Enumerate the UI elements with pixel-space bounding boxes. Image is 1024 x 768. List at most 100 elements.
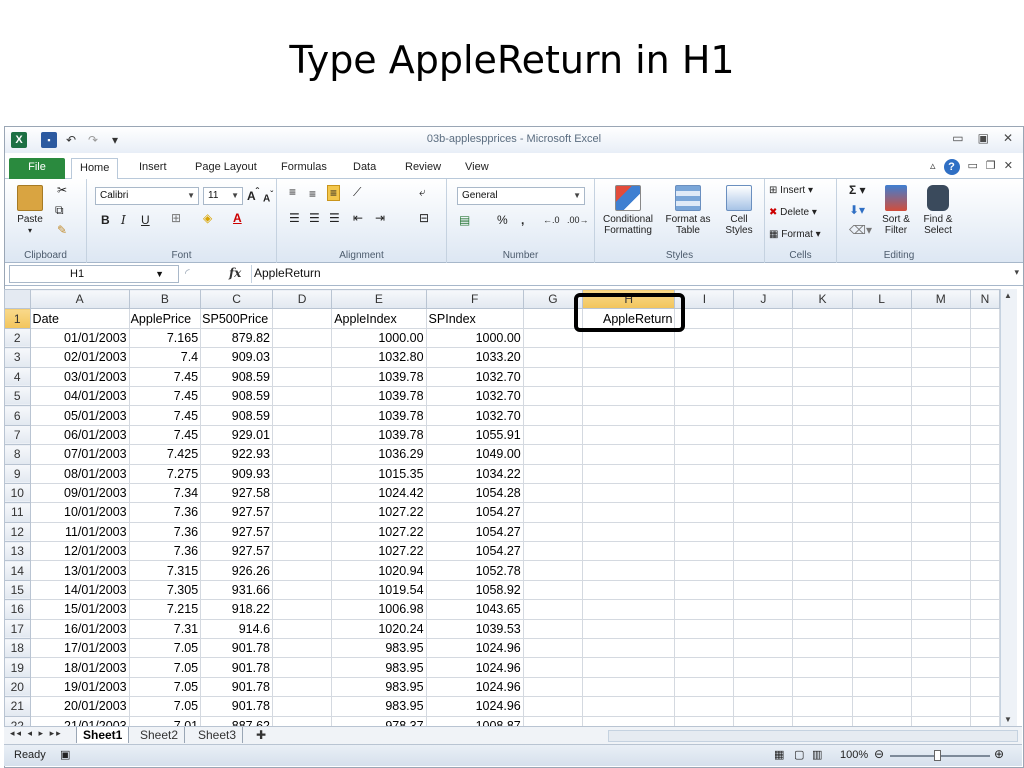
cell-i22[interactable] (674, 715, 735, 726)
cell-c13[interactable]: 927.57 (200, 541, 274, 562)
row-header[interactable]: 5 (4, 385, 31, 407)
cell-i13[interactable] (674, 541, 735, 562)
align-right-icon[interactable]: ☰ (329, 211, 340, 225)
normal-view-icon[interactable]: ▦ (774, 748, 784, 761)
page-layout-view-icon[interactable]: ▢ (794, 748, 804, 761)
cell-c5[interactable]: 908.59 (200, 385, 274, 407)
doc-minimize-icon[interactable]: ▭ (968, 159, 978, 175)
cell-d21[interactable] (272, 696, 333, 717)
tab-view[interactable]: View (457, 158, 497, 179)
cell-l16[interactable] (851, 599, 912, 620)
cell-l17[interactable] (851, 618, 912, 640)
cell-h22[interactable] (581, 715, 676, 726)
cell-d2[interactable] (272, 327, 333, 349)
cell-i7[interactable] (674, 424, 735, 446)
cell-g13[interactable] (522, 541, 583, 562)
cell-c3[interactable]: 909.03 (200, 347, 274, 368)
cell-f14[interactable]: 1052.78 (425, 560, 524, 581)
cell-g3[interactable] (522, 347, 583, 368)
cell-e18[interactable]: 983.95 (331, 638, 427, 659)
cell-a2[interactable]: 01/01/2003 (29, 327, 130, 349)
cell-m1[interactable] (910, 308, 971, 329)
row-header[interactable]: 16 (4, 599, 31, 620)
cell-m21[interactable] (910, 696, 971, 717)
cell-h21[interactable] (581, 696, 676, 717)
row-header[interactable]: 10 (4, 482, 31, 504)
cell-n15[interactable] (969, 579, 1000, 601)
cell-l9[interactable] (851, 463, 912, 484)
cell-f18[interactable]: 1024.96 (425, 638, 524, 659)
cell-f1[interactable]: SPIndex (425, 308, 524, 329)
cell-j11[interactable] (733, 502, 794, 523)
cell-b20[interactable]: 7.05 (128, 676, 202, 698)
cell-g2[interactable] (522, 327, 583, 349)
cell-e21[interactable]: 983.95 (331, 696, 427, 717)
cell-i4[interactable] (674, 366, 735, 387)
cell-e13[interactable]: 1027.22 (331, 541, 427, 562)
conditional-formatting-button[interactable]: Conditional Formatting (597, 185, 659, 236)
cell-c10[interactable]: 927.58 (200, 482, 274, 504)
row-header[interactable]: 12 (4, 521, 31, 543)
cell-l12[interactable] (851, 521, 912, 543)
cell-d7[interactable] (272, 424, 333, 446)
cell-n18[interactable] (969, 638, 1000, 659)
close-icon[interactable]: ✕ (1003, 131, 1013, 145)
cell-d9[interactable] (272, 463, 333, 484)
wrap-text-icon[interactable]: ⤶ (419, 185, 426, 200)
cell-g16[interactable] (522, 599, 583, 620)
cell-a11[interactable]: 10/01/2003 (29, 502, 130, 523)
cell-i21[interactable] (674, 696, 735, 717)
cell-e10[interactable]: 1024.42 (331, 482, 427, 504)
cell-c8[interactable]: 922.93 (200, 444, 274, 465)
cell-l20[interactable] (851, 676, 912, 698)
cell-m14[interactable] (910, 560, 971, 581)
row-header[interactable]: 22 (4, 715, 31, 726)
cell-l15[interactable] (851, 579, 912, 601)
cell-e6[interactable]: 1039.78 (331, 405, 427, 426)
cell-g4[interactable] (522, 366, 583, 387)
cell-c1[interactable]: SP500Price (200, 308, 274, 329)
cell-d11[interactable] (272, 502, 333, 523)
cell-a22[interactable]: 21/01/2003 (29, 715, 130, 726)
cell-j18[interactable] (733, 638, 794, 659)
row-header[interactable]: 19 (4, 657, 31, 678)
underline-icon[interactable]: U (141, 213, 150, 227)
cell-k16[interactable] (792, 599, 853, 620)
expand-formula-bar-icon[interactable]: ▾ (1014, 267, 1019, 278)
cell-f5[interactable]: 1032.70 (425, 385, 524, 407)
cell-l11[interactable] (851, 502, 912, 523)
cell-n2[interactable] (969, 327, 1000, 349)
cell-l22[interactable] (851, 715, 912, 726)
cell-c22[interactable]: 887.62 (200, 715, 274, 726)
cell-b13[interactable]: 7.36 (128, 541, 202, 562)
cell-g6[interactable] (522, 405, 583, 426)
cell-i17[interactable] (674, 618, 735, 640)
cell-k2[interactable] (792, 327, 853, 349)
cell-e3[interactable]: 1032.80 (331, 347, 427, 368)
help-icon[interactable]: ? (943, 159, 960, 175)
cell-m8[interactable] (910, 444, 971, 465)
cell-g9[interactable] (522, 463, 583, 484)
cell-k9[interactable] (792, 463, 853, 484)
tab-review[interactable]: Review (397, 158, 449, 179)
cell-k5[interactable] (792, 385, 853, 407)
row-header[interactable]: 17 (4, 618, 31, 640)
row-header[interactable]: 15 (4, 579, 31, 601)
cell-d14[interactable] (272, 560, 333, 581)
row-header[interactable]: 1 (4, 308, 31, 329)
cell-m12[interactable] (910, 521, 971, 543)
cell-l14[interactable] (851, 560, 912, 581)
cell-n14[interactable] (969, 560, 1000, 581)
cell-n1[interactable] (969, 308, 1000, 329)
cell-f11[interactable]: 1054.27 (425, 502, 524, 523)
cell-j21[interactable] (733, 696, 794, 717)
cell-i9[interactable] (674, 463, 735, 484)
copy-icon[interactable]: ⧉ (55, 203, 64, 218)
grow-font-icon[interactable]: Aˆ (247, 187, 259, 203)
cell-c21[interactable]: 901.78 (200, 696, 274, 717)
cell-d12[interactable] (272, 521, 333, 543)
horizontal-scrollbar[interactable] (608, 730, 1018, 742)
cell-d16[interactable] (272, 599, 333, 620)
tab-page-layout[interactable]: Page Layout (187, 158, 265, 179)
cell-a4[interactable]: 03/01/2003 (29, 366, 130, 387)
